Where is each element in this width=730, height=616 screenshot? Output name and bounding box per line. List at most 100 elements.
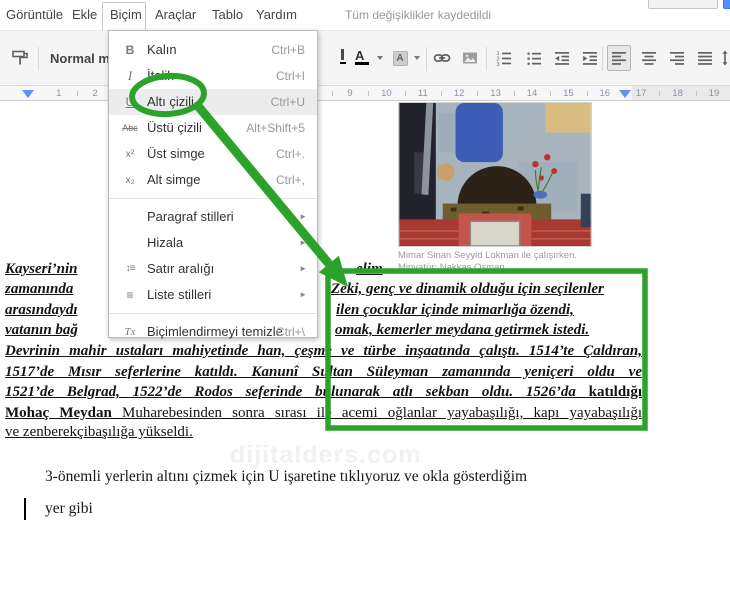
body-line: Mohaç Meydan Muharebesinden sonra sırası… [5,404,642,422]
text-color-letter: A [355,47,365,63]
menu-item-list-styles[interactable]: ≡ Liste stilleri ► [109,282,317,308]
text-color-button[interactable]: A [350,45,374,71]
submenu-arrow-icon: ► [299,290,307,299]
menu-item-clear-formatting[interactable]: Tx Biçimlendirmeyi temizle Ctrl+\ [109,319,317,345]
menu-araclar[interactable]: Araçlar [155,7,196,22]
subscript-icon: x₂ [125,174,135,186]
underline-icon [341,49,344,60]
menu-ekle[interactable]: Ekle [72,7,97,22]
underline-icon [340,62,346,64]
ruler-tick [404,91,406,96]
ruler-number: 13 [490,88,501,99]
indent-button[interactable] [578,45,602,71]
paint-format-button[interactable] [8,45,32,71]
bold-icon: B [125,43,135,57]
menu-bicim[interactable]: Biçim [110,7,142,22]
numbered-list-icon: 1 2 3 [497,51,511,67]
menu-item-label: Paragraf stilleri [147,209,234,224]
align-center-button[interactable] [637,45,661,71]
line-spacing-button[interactable] [718,45,730,71]
submenu-arrow-icon: ► [299,264,307,273]
mimar-sinan-miniature-image[interactable] [398,102,592,247]
body-text: Zeki, genç ve dinamik olduğu için seçile… [331,281,604,297]
insert-link-button[interactable] [430,45,454,71]
numbered-list-button[interactable]: 1 2 3 [492,45,516,71]
menu-yardim[interactable]: Yardım [256,7,297,22]
underline-icon: U [125,95,135,109]
menu-tablo[interactable]: Tablo [212,7,243,22]
ruler-number: 9 [347,88,353,99]
format-menu: B Kalın Ctrl+B I İtalik Ctrl+I U Altı çi… [108,30,318,339]
align-right-button[interactable] [665,45,689,71]
left-indent-marker[interactable] [22,90,34,98]
chevron-down-icon[interactable] [377,56,383,60]
paint-format-icon [12,50,28,65]
menu-item-label: Liste stilleri [147,287,212,302]
body-text: 1521’de Belgrad, 1522’de Rodos seferinde… [5,384,589,400]
body-text: elim [356,261,383,277]
strikethrough-icon: Abc [122,123,138,133]
menu-item-label: İtalik [147,68,174,83]
body-text: omak, kemerler meydana getirmek istedi. [335,322,590,338]
menubar: Görüntüle Ekle Biçim Araçlar Tablo Yardı… [0,0,730,30]
toolbar-separator [426,47,427,71]
body-line: 1521’de Belgrad, 1522’de Rodos seferinde… [5,383,642,401]
menu-item-label: Alt simge [147,172,201,187]
menu-item-line-spacing[interactable]: ↕≡ Satır aralığı ► [109,256,317,282]
outdent-button[interactable] [550,45,574,71]
menu-item-strikethrough[interactable]: Abc Üstü çizili Alt+Shift+5 [109,115,317,141]
toolbar-separator [602,47,603,71]
line-spacing-icon [722,50,728,66]
note-line1: 3-önemli yerlerin altını çizmek için U i… [45,468,528,485]
ruler-tick [659,91,661,96]
menu-item-label: Üstü çizili [147,120,202,135]
image-icon [463,52,477,64]
menu-item-italic[interactable]: I İtalik Ctrl+I [109,63,317,89]
insert-image-button[interactable] [458,45,482,71]
link-icon [433,54,451,62]
menu-item-align[interactable]: Hizala ► [109,230,317,256]
bulleted-list-icon [527,52,541,65]
ruler-tick [513,91,515,96]
ruler-number: 12 [453,88,465,99]
ruler-number: 19 [708,88,720,99]
superscript-icon: x² [125,148,135,160]
bulleted-list-button[interactable] [522,45,546,71]
ruler-tick [331,91,333,96]
body-text: zamanında [5,281,74,297]
body-text: Muharebesinden sonra sırası ile acemi oğ… [122,405,642,421]
menu-item-bold[interactable]: B Kalın Ctrl+B [109,37,317,63]
menu-separator [109,313,317,314]
ruler-number: 17 [635,88,647,99]
menu-item-shortcut: Ctrl+I [275,69,305,83]
highlight-color-icon: A [392,50,408,66]
menu-item-label: Hizala [147,235,184,250]
image-caption-line2: Minyatür: Nakkaş Osman [398,262,505,273]
ruler-number: 2 [92,88,98,99]
justify-button[interactable] [693,45,717,71]
watermark: dijitalders.com [230,441,422,469]
align-left-button[interactable] [607,45,631,71]
menu-item-superscript[interactable]: x² Üst simge Ctrl+. [109,141,317,167]
highlight-color-button[interactable]: A [388,45,412,71]
menu-item-shortcut: Alt+Shift+5 [246,121,305,135]
menu-item-paragraph-styles[interactable]: Paragraf stilleri ► [109,204,317,230]
ruler-number: 15 [563,88,574,99]
menu-goruntule[interactable]: Görüntüle [6,7,63,22]
ruler-tick [550,91,552,96]
menu-item-shortcut: Ctrl+. [275,147,305,161]
comments-button-partial[interactable] [648,0,718,9]
menu-item-underline[interactable]: U Altı çizili Ctrl+U [109,89,317,115]
menu-item-label: Kalın [147,42,177,57]
svg-text:3: 3 [497,62,500,67]
underline-button-fragment[interactable] [340,49,346,65]
menu-item-subscript[interactable]: x₂ Alt simge Ctrl+, [109,167,317,193]
submenu-arrow-icon: ► [299,238,307,247]
google-docs-window: Mimar Sinan Seyyid Lokman ile çalışırken… [0,0,730,616]
right-indent-marker[interactable] [619,90,631,98]
chevron-down-icon[interactable] [414,56,420,60]
share-button-partial[interactable] [723,0,730,9]
align-right-icon [670,52,684,65]
ruler-tick [586,91,588,96]
body-line: Devrinin mahir ustaları mahiyetinde han,… [5,342,642,360]
